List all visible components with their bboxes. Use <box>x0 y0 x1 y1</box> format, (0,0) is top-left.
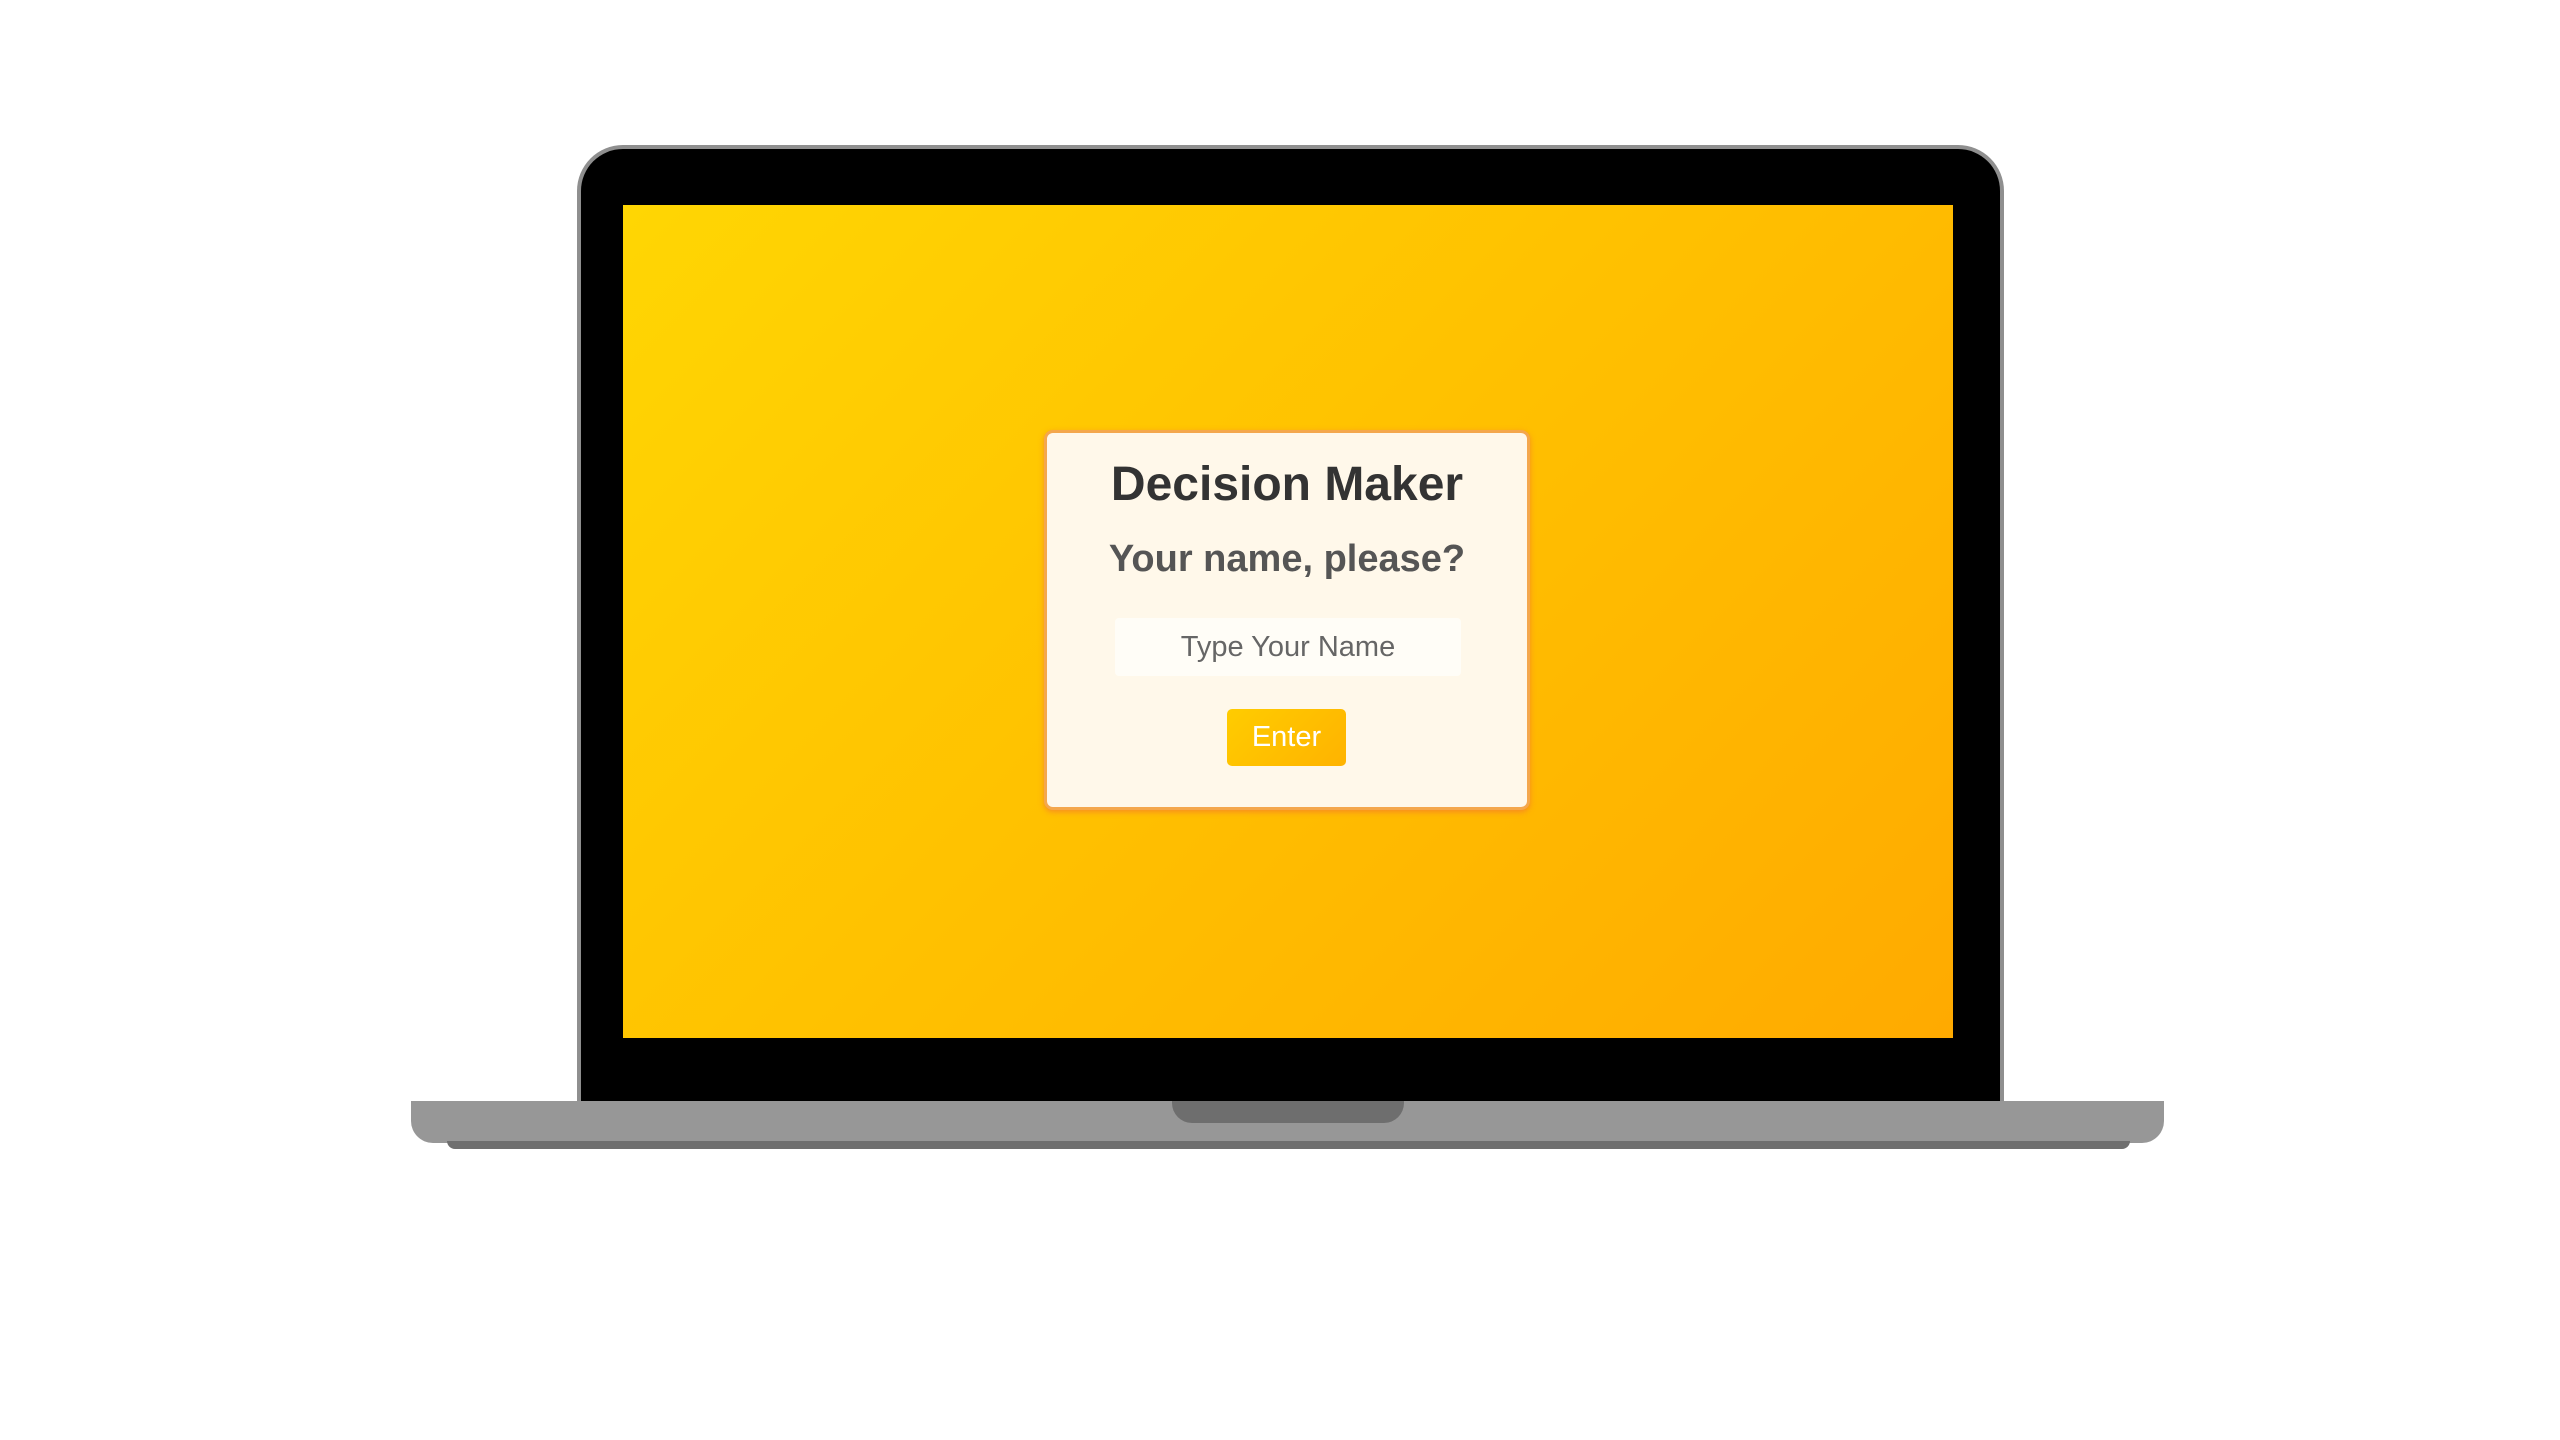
name-prompt: Your name, please? <box>1108 538 1466 580</box>
stage: Decision Maker Your name, please? Enter <box>0 0 2560 1440</box>
laptop-screen: Decision Maker Your name, please? Enter <box>623 205 1953 1038</box>
laptop-base-foot <box>447 1141 2130 1149</box>
app-title: Decision Maker <box>1110 458 1464 511</box>
name-dialog: Decision Maker Your name, please? Enter <box>1044 430 1530 810</box>
enter-button[interactable]: Enter <box>1227 709 1346 766</box>
laptop-hinge-notch <box>1172 1101 1404 1123</box>
name-input[interactable] <box>1115 618 1461 676</box>
